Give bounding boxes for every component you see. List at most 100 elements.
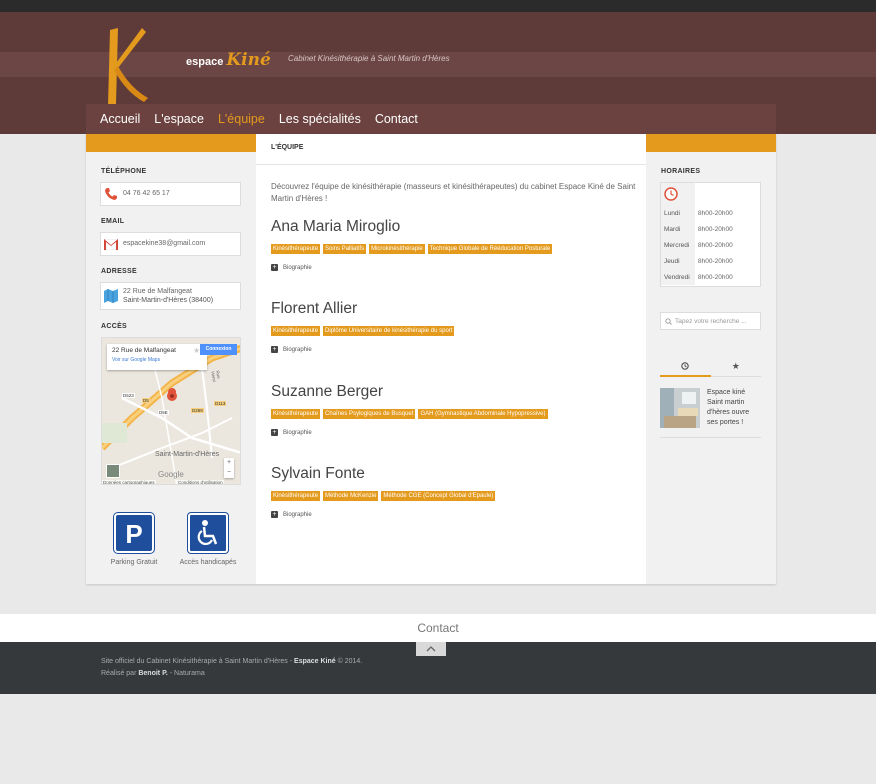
map-credit-terms[interactable]: Conditions d'utilisation [177,480,224,484]
tag[interactable]: Microkinésithérapie [369,244,425,254]
main-content: L'ÉQUIPE Découvrez l'équipe de kinésithé… [256,134,646,584]
nav-espace[interactable]: L'espace [154,104,204,134]
footer-line1: Site officiel du Cabinet Kinésithérapie … [101,658,362,665]
map-login-button[interactable]: Connexion [200,344,237,355]
footer-author[interactable]: Benoit P. [138,670,167,677]
tag[interactable]: Méthode CGE (Concept Global d'Epaule) [381,491,496,501]
nav-accueil[interactable]: Accueil [100,104,140,134]
map-view-link[interactable]: Voir sur Google Maps [112,357,202,363]
top-strip [0,0,876,12]
tag[interactable]: Soins Palliatifs [323,244,367,254]
map-city-label: Saint-Martin-d'Hères [155,451,219,458]
search-input[interactable]: Tapez votre recherche ... [660,312,761,330]
parking-icon: P [114,513,154,553]
divider [256,164,646,165]
biography-toggle[interactable]: + Biographie [271,346,636,353]
map-road-label: D5 [142,398,150,403]
map-place-name: 22 Rue de Malfangeat [112,347,176,354]
footer-text: Site officiel du Cabinet Kinésithérapie … [101,658,295,665]
tag[interactable]: Technique Globale de Rééducation Postura… [427,244,553,254]
hours-row: Lundi 8h00-20h00 [661,205,760,221]
member-tags: Kinésithérapeute Méthode McKenzie Méthod… [271,491,636,501]
member-tags: Kinésithérapeute Soins Palliatifs Microk… [271,244,636,254]
logo-text[interactable]: espace Kiné [186,50,271,70]
nav-equipe[interactable]: L'équipe [218,104,265,134]
map-road-label: D5E [158,410,169,415]
hours-row: Mardi 8h00-20h00 [661,221,760,237]
tab-recent[interactable] [660,357,711,377]
footer-line2: Réalisé par Benoit P. - Naturama [101,670,205,677]
day: Jeudi [661,253,695,269]
footer-text: © 2014. [335,658,363,665]
google-map[interactable]: D269 D523 D113 D5 D5E Rue Henri Saint-Ma… [101,337,241,485]
footer-text: Réalisé par [101,670,139,677]
plus-icon: + [271,511,278,518]
day: Vendredi [661,269,695,285]
biography-label: Biographie [283,346,312,353]
search-placeholder: Tapez votre recherche ... [675,317,747,325]
time: 8h00-20h00 [698,257,733,265]
biography-label: Biographie [283,264,312,271]
recent-post[interactable]: Espace kiné Saint martin d'hères ouvre s… [660,388,761,438]
clock-icon [681,362,689,370]
gmail-icon [101,233,121,255]
tag[interactable]: Kinésithérapeute [271,244,321,254]
map-road-label: D113 [214,401,227,406]
email-box: espacekine38@gmail.com [100,232,241,256]
tag[interactable]: Méthode McKenzie [323,491,379,501]
access-label: ACCÈS [101,323,128,330]
map-zoom-control[interactable]: + − [224,458,234,478]
day: Mercredi [661,237,695,253]
zoom-out-icon[interactable]: − [224,468,234,478]
tag[interactable]: Kinésithérapeute [271,326,321,336]
map-icon [101,285,121,307]
left-sidebar: TÉLÉPHONE 04 76 42 65 17 EMAIL espacekin… [86,134,256,584]
biography-toggle[interactable]: + Biographie [271,429,636,436]
wheelchair-icon [188,513,228,553]
address-label: ADRESSE [101,268,137,275]
tag[interactable]: GAH (Gymnastique Abdominale Hypopressive… [418,409,548,419]
day: Lundi [661,205,695,221]
time: 8h00-20h00 [698,241,733,249]
biography-label: Biographie [283,511,312,518]
hours-row: Vendredi 8h00-20h00 [661,269,760,285]
post-image [660,388,700,428]
email-address[interactable]: espacekine38@gmail.com [121,239,205,248]
page-title: L'ÉQUIPE [271,144,304,151]
phone-box: 04 76 42 65 17 [100,182,241,206]
hours-table: Lundi 8h00-20h00 Mardi 8h00-20h00 Mercredi… [660,182,761,287]
team-member: Florent Allier Kinésithérapeute Diplôme … [271,300,636,353]
tag[interactable]: Diplôme Universitaire de kinésithérapie … [323,326,455,336]
site-footer: Site officiel du Cabinet Kinésithérapie … [0,642,876,694]
post-thumbnail[interactable] [660,388,700,428]
logo-k-icon[interactable] [102,26,150,108]
widget-tabs: ★ [660,357,761,377]
tag[interactable]: Kinésithérapeute [271,491,321,501]
biography-label: Biographie [283,429,312,436]
footer-brand[interactable]: Espace Kiné [294,658,336,665]
scroll-top-button[interactable] [416,642,446,656]
member-name: Sylvain Fonte [271,465,365,482]
zoom-in-icon[interactable]: + [224,458,234,468]
member-tags: Kinésithérapeute Chaînes Psylogiques de … [271,409,636,419]
address-line2: Saint-Martin-d'Hères (38400) [123,297,214,304]
team-member: Ana Maria Miroglio Kinésithérapeute Soin… [271,218,636,271]
nav-contact[interactable]: Contact [375,104,418,134]
footer-contact-link[interactable]: Contact [0,614,876,642]
post-title[interactable]: Espace kiné Saint martin d'hères ouvre s… [707,388,761,437]
phone-label: TÉLÉPHONE [101,168,147,175]
biography-toggle[interactable]: + Biographie [271,264,636,271]
tag[interactable]: Chaînes Psylogiques de Busquet [323,409,416,419]
tab-popular[interactable]: ★ [710,357,761,377]
right-sidebar: HORAIRES Lundi 8h00-20h00 Mardi 8h00-20h00… [646,134,776,584]
tag[interactable]: Kinésithérapeute [271,409,321,419]
nav-specialites[interactable]: Les spécialités [279,104,361,134]
logo-brand: Kiné [226,50,271,70]
biography-toggle[interactable]: + Biographie [271,511,636,518]
handicap-label: Accès handicapés [179,559,237,566]
map-satellite-toggle[interactable] [106,464,120,478]
map-road-label: D269 [191,408,204,413]
tagline: Cabinet Kinésithérapie à Saint Martin d'… [288,54,450,63]
member-name: Ana Maria Miroglio [271,218,401,235]
phone-number[interactable]: 04 76 42 65 17 [121,189,170,198]
